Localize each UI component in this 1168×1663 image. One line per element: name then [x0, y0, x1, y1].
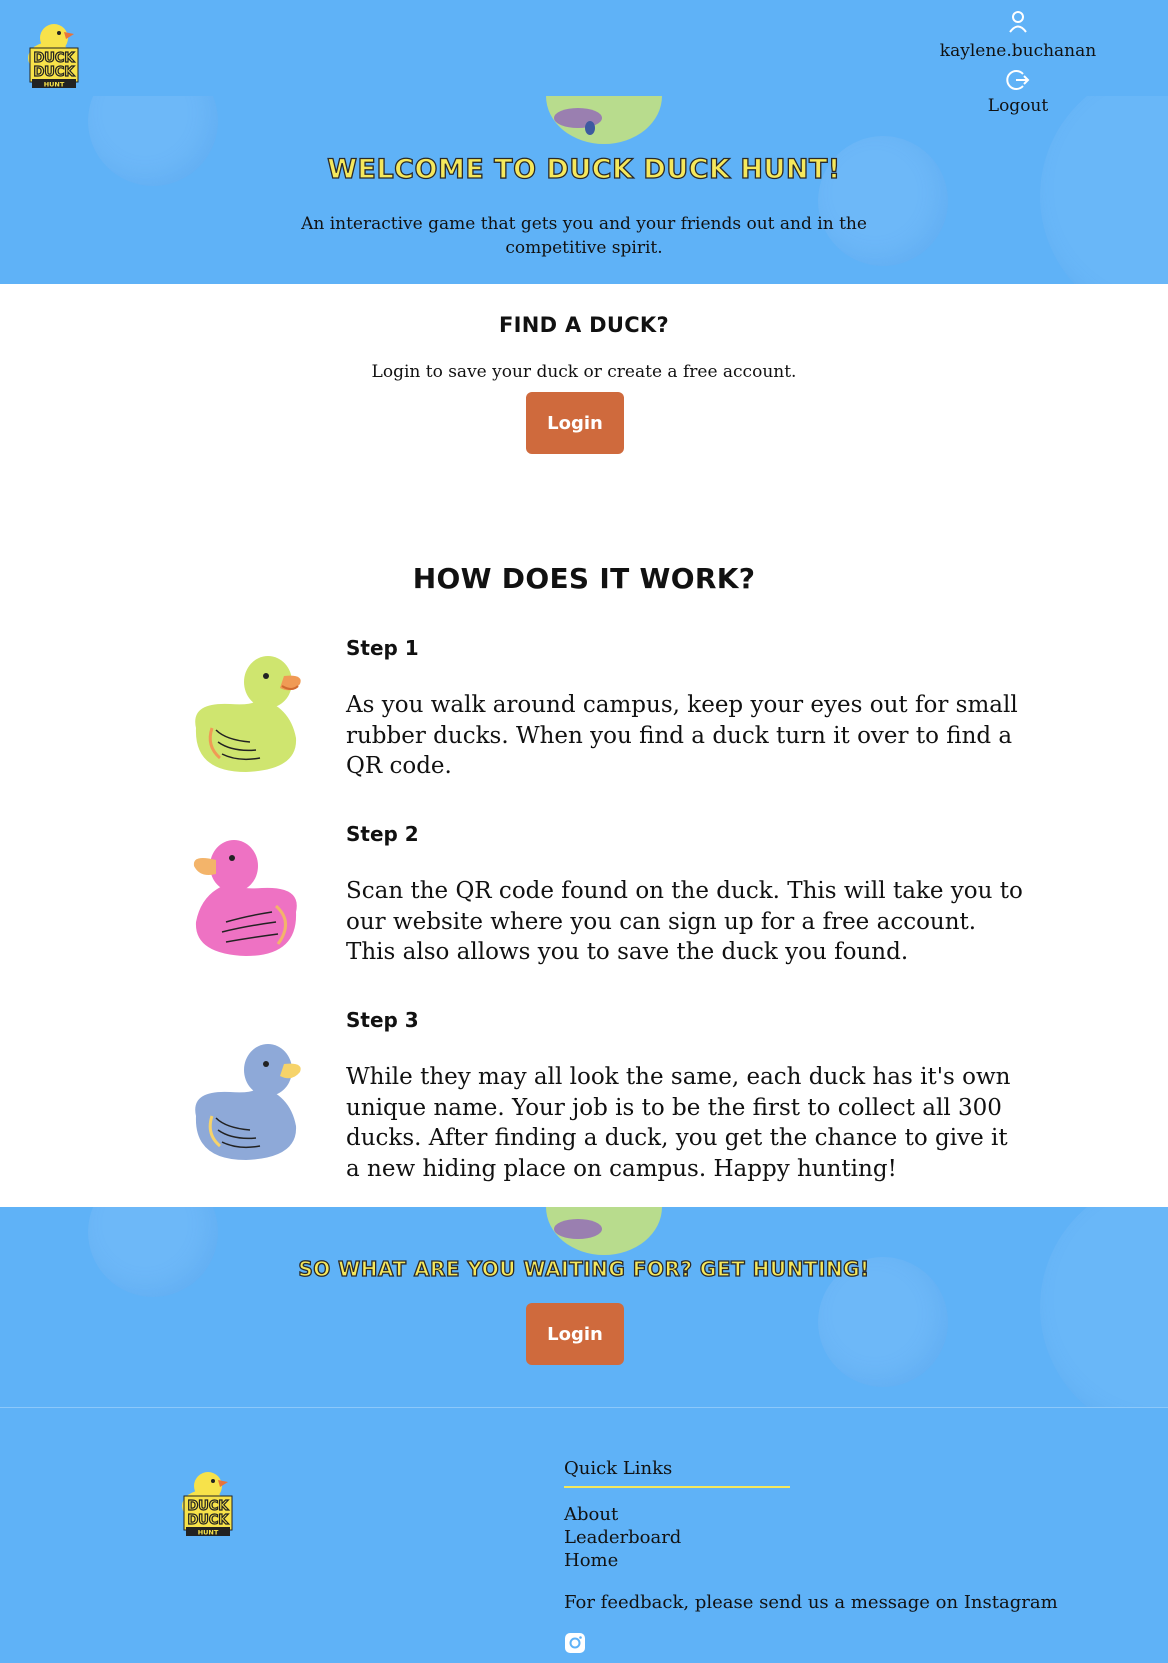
- user-icon[interactable]: [938, 10, 1098, 39]
- hero-banner: Welcome to Duck Duck Hunt! An interactiv…: [0, 96, 1168, 284]
- blue-duck-icon: [186, 1034, 306, 1166]
- background-bubble: [1040, 96, 1168, 284]
- quick-links-title: Quick Links: [564, 1458, 673, 1479]
- step-1-text: As you walk around campus, keep your eye…: [346, 692, 1018, 779]
- duck-duck-hunt-logo[interactable]: DUCK DUCK HUNT: [26, 10, 82, 90]
- cta-banner: So what are you waiting for? Get hunting…: [0, 1207, 1168, 1407]
- footer: DUCK DUCK HUNT Quick Links About Leaderb…: [0, 1407, 1168, 1663]
- feedback-text: For feedback, please send us a message o…: [564, 1592, 1058, 1613]
- step-1-label: Step 1: [346, 636, 419, 660]
- logout-icon[interactable]: [938, 69, 1098, 96]
- quick-links-divider: [564, 1486, 790, 1488]
- instagram-icon[interactable]: [564, 1632, 586, 1654]
- logout-link[interactable]: Logout: [938, 96, 1098, 116]
- hero-title: Welcome to Duck Duck Hunt!: [327, 153, 841, 185]
- find-duck-text: Login to save your duck or create a free…: [371, 362, 797, 382]
- svg-text:DUCK: DUCK: [188, 1499, 230, 1514]
- svg-text:DUCK: DUCK: [34, 65, 76, 80]
- login-button[interactable]: Login: [526, 392, 624, 454]
- step-2-label: Step 2: [346, 822, 419, 846]
- footer-link-home[interactable]: Home: [564, 1550, 618, 1571]
- svg-text:DUCK: DUCK: [34, 51, 76, 66]
- step-3-text: While they may all look the same, each d…: [346, 1064, 1011, 1182]
- footer-logo[interactable]: DUCK DUCK HUNT: [180, 1458, 236, 1538]
- step-2-text: Scan the QR code found on the duck. This…: [346, 878, 1023, 965]
- footer-link-about[interactable]: About: [564, 1504, 618, 1525]
- svg-text:HUNT: HUNT: [44, 81, 65, 89]
- hero-subtitle: An interactive game that gets you and yo…: [301, 214, 867, 258]
- svg-text:DUCK: DUCK: [188, 1513, 230, 1528]
- how-it-works-title: How does it work?: [412, 562, 756, 595]
- username-label[interactable]: kaylene.buchanan: [938, 41, 1098, 61]
- background-bubble: [88, 1207, 218, 1297]
- footer-link-leaderboard[interactable]: Leaderboard: [564, 1527, 681, 1548]
- pink-duck-icon: [186, 830, 306, 962]
- step-3-label: Step 3: [346, 1008, 419, 1032]
- top-nav: DUCK DUCK HUNT kaylene.buchanan Logout: [0, 0, 1168, 116]
- user-menu: kaylene.buchanan Logout: [938, 10, 1098, 116]
- background-bubble: [1040, 1207, 1168, 1407]
- svg-text:HUNT: HUNT: [198, 1529, 219, 1537]
- find-duck-title: Find a Duck?: [499, 313, 669, 337]
- cta-title: So what are you waiting for? Get hunting…: [298, 1256, 870, 1281]
- green-duck-icon: [186, 646, 306, 778]
- cta-login-button[interactable]: Login: [526, 1303, 624, 1365]
